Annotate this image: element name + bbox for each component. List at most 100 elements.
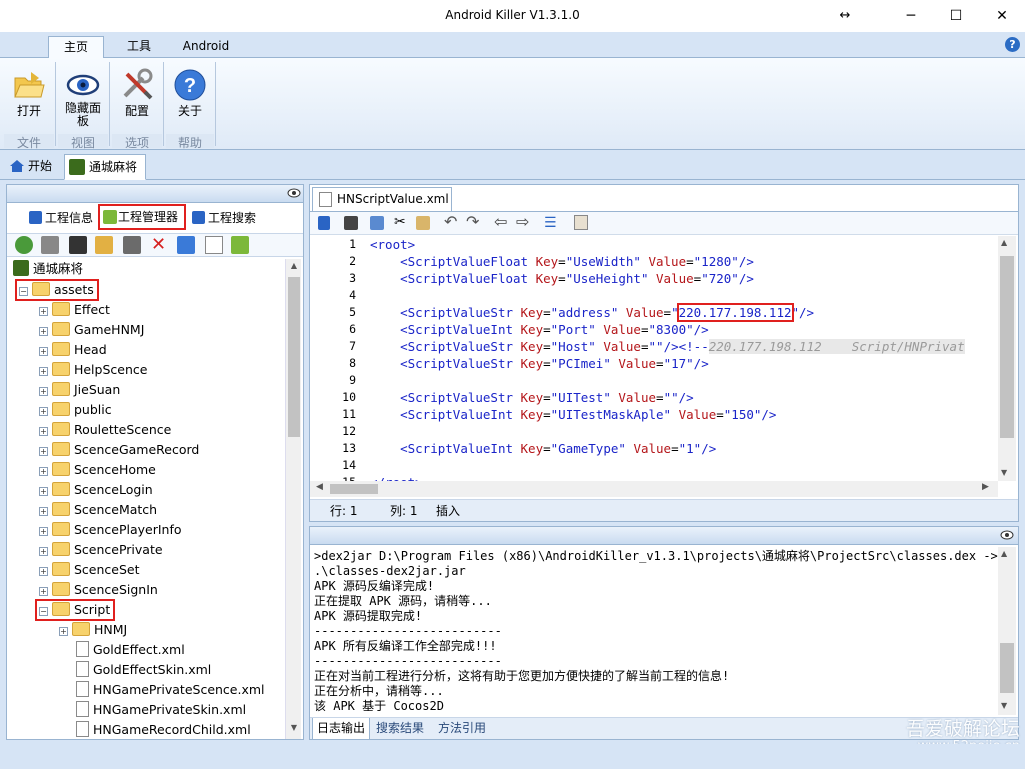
maximize-button[interactable]: ☐ <box>933 0 979 32</box>
tab-log-output[interactable]: 日志输出 <box>312 718 370 740</box>
copy-icon[interactable] <box>370 216 384 230</box>
redo-icon[interactable]: ↷ <box>466 212 479 231</box>
tree-item-assets[interactable]: − assets <box>19 280 94 300</box>
collapse-icon[interactable]: − <box>19 287 28 296</box>
tree-scrollbar[interactable]: ▲ ▼ <box>285 259 301 739</box>
tree-item[interactable]: + GameHNMJ <box>39 320 144 340</box>
settings-button[interactable]: 配置 <box>112 66 162 120</box>
tree-item-file[interactable]: HNGamePrivateScence.xml <box>59 680 265 700</box>
format-icon[interactable]: ☰ <box>544 215 557 231</box>
expand-icon[interactable]: + <box>39 347 48 356</box>
scroll-thumb[interactable] <box>330 484 378 494</box>
tree-item[interactable]: + ScenceGameRecord <box>39 440 199 460</box>
scroll-thumb[interactable] <box>1000 643 1014 693</box>
tree-item-file[interactable]: GoldEffectSkin.xml <box>59 660 211 680</box>
expand-icon[interactable]: + <box>39 487 48 496</box>
expand-icon[interactable]: + <box>39 447 48 456</box>
tree-item[interactable]: + RouletteScence <box>39 420 171 440</box>
tree-item-file[interactable]: HNGamePrivateSkin.xml <box>59 700 246 720</box>
scroll-thumb[interactable] <box>288 277 300 437</box>
cut-icon[interactable]: ✂ <box>394 214 406 230</box>
editor-hscrollbar[interactable]: ◀ ▶ <box>310 481 998 497</box>
tree-item[interactable]: + public <box>39 400 112 420</box>
log-scrollbar[interactable]: ▲ ▼ <box>998 547 1016 715</box>
expand-icon[interactable]: + <box>59 627 68 636</box>
ribbon-tab-tools[interactable]: 工具 <box>112 36 166 58</box>
tree-item[interactable]: + Effect <box>39 300 110 320</box>
tree-item-file[interactable]: GoldEffect.xml <box>59 640 185 660</box>
refresh-icon[interactable] <box>15 236 33 254</box>
tree-item[interactable]: + ScenceSet <box>39 560 139 580</box>
expand-icon[interactable]: + <box>39 567 48 576</box>
code-area[interactable]: 123456789101112131415 <root> <ScriptValu… <box>310 236 998 481</box>
scroll-down-icon[interactable]: ▼ <box>1001 701 1007 710</box>
document-icon[interactable] <box>205 236 223 254</box>
collapse-icon[interactable]: − <box>39 607 48 616</box>
tree-item[interactable]: + ScenceHome <box>39 460 156 480</box>
tab-search-results[interactable]: 搜索结果 <box>376 718 424 738</box>
editor-tab[interactable]: HNScriptValue.xml <box>312 187 452 211</box>
eye-icon[interactable] <box>1000 529 1014 544</box>
undo-icon[interactable]: ↶ <box>444 212 457 231</box>
back-icon[interactable]: ⇦ <box>494 212 507 231</box>
tab-project-search[interactable]: 工程搜索 <box>190 207 262 229</box>
export-icon[interactable] <box>177 236 195 254</box>
tab-project[interactable]: 通城麻将 <box>64 154 146 180</box>
resize-icon[interactable]: ↔ <box>822 0 868 32</box>
expand-icon[interactable]: + <box>39 327 48 336</box>
ribbon-tab-android[interactable]: Android <box>172 36 240 58</box>
expand-icon[interactable]: + <box>39 527 48 536</box>
expand-icon[interactable]: + <box>39 307 48 316</box>
tree-item[interactable]: + Head <box>39 340 107 360</box>
ribbon-tab-home[interactable]: 主页 <box>48 36 104 58</box>
paste-icon[interactable] <box>416 216 430 230</box>
scroll-right-icon[interactable]: ▶ <box>982 482 989 492</box>
tree-item-file[interactable]: HNGameRecordChild.xml <box>59 720 251 739</box>
tree-item-folder[interactable]: + HNMJ <box>59 620 127 640</box>
android-icon[interactable] <box>231 236 249 254</box>
expand-icon[interactable]: + <box>39 467 48 476</box>
lock-icon[interactable] <box>318 216 330 230</box>
close-button[interactable]: ✕ <box>979 0 1025 32</box>
help-icon[interactable]: ? <box>1005 37 1020 52</box>
tab-project-manager[interactable]: 工程管理器 <box>98 204 186 230</box>
tree-root[interactable]: 通城麻将 <box>13 259 83 279</box>
editor-vscrollbar[interactable]: ▲ ▼ <box>998 236 1016 481</box>
scroll-left-icon[interactable]: ◀ <box>316 482 323 492</box>
expand-icon[interactable]: + <box>39 547 48 556</box>
tab-project-info[interactable]: 工程信息 <box>27 207 99 229</box>
tree-item-script[interactable]: − Script <box>39 600 110 620</box>
tree-item[interactable]: + HelpScence <box>39 360 147 380</box>
tab-method-refs[interactable]: 方法引用 <box>438 718 486 738</box>
scroll-down-icon[interactable]: ▼ <box>1001 468 1007 477</box>
minimize-button[interactable]: ─ <box>888 0 934 32</box>
about-button[interactable]: ? 关于 <box>166 66 214 120</box>
image-icon[interactable] <box>41 236 59 254</box>
java-icon[interactable] <box>574 215 588 230</box>
expand-icon[interactable]: + <box>39 587 48 596</box>
book-icon[interactable] <box>123 236 141 254</box>
tab-start[interactable]: 开始 <box>4 154 62 180</box>
scroll-up-icon[interactable]: ▲ <box>288 261 300 273</box>
scroll-thumb[interactable] <box>1000 256 1014 438</box>
open-button[interactable]: 打开 <box>4 66 54 120</box>
forward-icon[interactable]: ⇨ <box>516 212 529 231</box>
scroll-up-icon[interactable]: ▲ <box>1001 549 1007 558</box>
tree-item[interactable]: + ScenceMatch <box>39 500 157 520</box>
expand-icon[interactable]: + <box>39 407 48 416</box>
open-folder-icon[interactable] <box>95 236 113 254</box>
delete-icon[interactable]: ✕ <box>151 236 169 254</box>
scroll-up-icon[interactable]: ▲ <box>1001 238 1007 247</box>
save-icon[interactable] <box>344 216 358 230</box>
hide-panel-button[interactable]: 隐藏面 板 <box>58 66 108 128</box>
tree-item[interactable]: + ScenceSignIn <box>39 580 158 600</box>
tree-item[interactable]: + JieSuan <box>39 380 120 400</box>
tree-item[interactable]: + ScencePrivate <box>39 540 163 560</box>
expand-icon[interactable]: + <box>39 507 48 516</box>
expand-icon[interactable]: + <box>39 427 48 436</box>
tree-item[interactable]: + ScenceLogin <box>39 480 153 500</box>
tree-item[interactable]: + ScencePlayerInfo <box>39 520 182 540</box>
scroll-down-icon[interactable]: ▼ <box>288 723 300 735</box>
expand-icon[interactable]: + <box>39 387 48 396</box>
window-icon[interactable] <box>69 236 87 254</box>
